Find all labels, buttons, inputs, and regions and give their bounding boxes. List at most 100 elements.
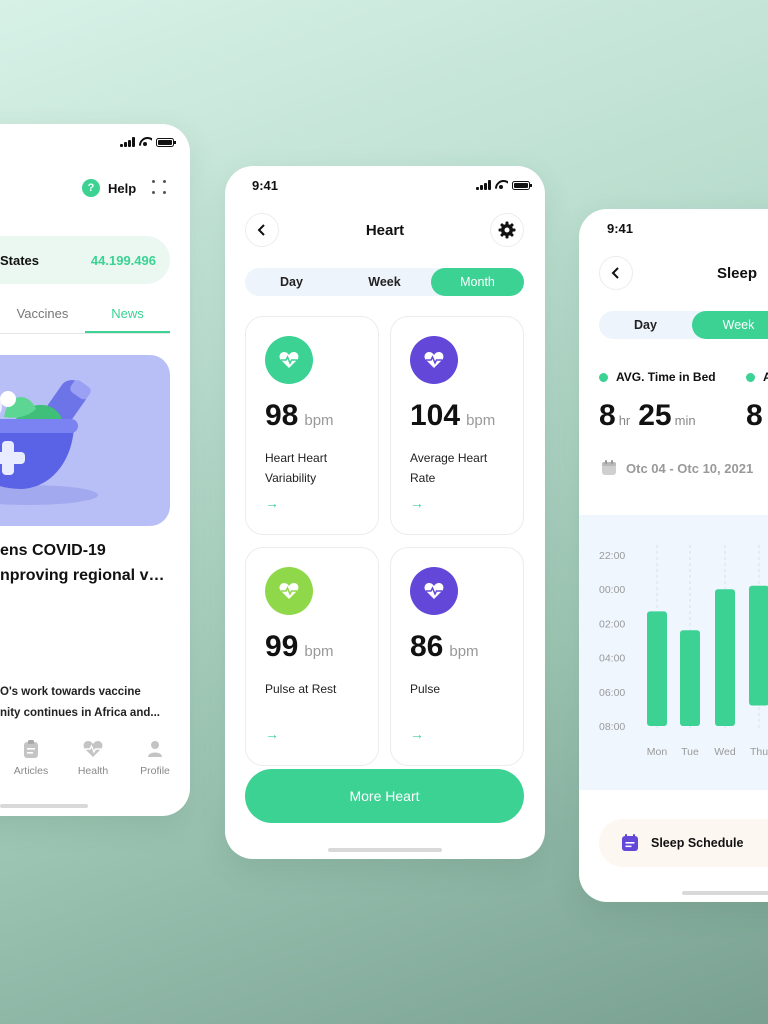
article-excerpt-line-2: nity continues in Africa and... [0, 707, 160, 719]
heartbeat-icon [265, 336, 313, 384]
period-segmented-control: Day Week [599, 311, 768, 339]
back-button[interactable] [599, 256, 633, 290]
schedule-icon [622, 834, 638, 851]
avg-time-in-bed-label: AVG. Time in Bed [599, 370, 716, 384]
heartbeat-icon [265, 567, 313, 615]
nav-item-profile[interactable]: Profile [124, 740, 186, 777]
wifi-icon [495, 180, 508, 190]
battery-icon [155, 137, 176, 147]
article-title-line-1: ens COVID-19 [0, 542, 106, 559]
nav-label-health: Health [77, 765, 109, 777]
status-bar-icons [120, 137, 176, 147]
bottom-nav: Articles Health Profile [0, 740, 190, 777]
article-title-line-2: nproving regional vac... [0, 567, 170, 584]
sleep-bar-tue[interactable] [680, 630, 700, 726]
page-title: Sleep [716, 265, 758, 282]
heartbeat-icon [410, 336, 458, 384]
y-tick-label: 22:00 [599, 550, 625, 562]
segment-day[interactable]: Day [599, 311, 692, 339]
metric-label: Pulse [410, 682, 441, 696]
home-indicator [328, 848, 442, 852]
clipboard-icon [0, 740, 62, 758]
heart-pulse-icon [62, 740, 124, 758]
x-tick-label: Wed [714, 746, 736, 758]
article-excerpt-line-1: O's work towards vaccine [0, 686, 141, 698]
status-time: 9:41 [607, 221, 634, 236]
stat-value: 44.199.496 [90, 252, 156, 268]
news-tabs: Vaccines News [0, 300, 170, 334]
help-button[interactable]: ? Help [82, 179, 136, 197]
metric-card-pulse[interactable]: 86 bpm Pulse → [390, 547, 524, 766]
tab-news[interactable]: News [85, 300, 170, 333]
article-excerpt: O's work towards vaccine nity continues … [0, 682, 170, 724]
nav-item-articles[interactable]: Articles [0, 740, 62, 777]
metric-label: Pulse at Rest [265, 682, 337, 696]
more-heart-button[interactable]: More Heart [245, 769, 524, 823]
scan-icon[interactable] [152, 180, 166, 194]
metric-value: 99 bpm [265, 630, 334, 663]
arrow-right-icon[interactable]: → [410, 726, 424, 742]
article-hero-image[interactable] [0, 355, 170, 526]
chevron-left-icon [257, 224, 265, 236]
stat-label: States [0, 252, 40, 268]
sleep-chart-svg: 22:00 00:00 02:00 04:00 06:00 08:00 Mon Tue Wed T… [599, 545, 768, 758]
sleep-schedule-button[interactable]: Sleep Schedule [599, 819, 768, 867]
nav-label-profile: Profile [140, 765, 170, 777]
metric-label: Average Heart Rate [410, 451, 488, 485]
y-tick-label: 00:00 [599, 584, 625, 596]
second-stat-label: A [746, 370, 768, 384]
metric-card-average-heart-rate[interactable]: 104 bpm Average Heart Rate → [390, 316, 524, 535]
home-indicator [682, 891, 768, 895]
metric-value: 104 bpm [410, 399, 496, 432]
avg-time-in-bed-value: 8 hr 25 min [599, 399, 696, 432]
signal-icon [120, 137, 135, 147]
arrow-right-icon[interactable]: → [410, 495, 424, 511]
sleep-chart: 22:00 00:00 02:00 04:00 06:00 08:00 Mon Tue Wed T… [579, 515, 768, 790]
status-time: 9:41 [252, 178, 279, 193]
tab-vaccines[interactable]: Vaccines [0, 300, 85, 333]
sleep-phone-screen: 9:41 Sleep Day Week AVG. Time in Bed A 8… [579, 209, 768, 902]
arrow-right-icon[interactable]: → [265, 495, 279, 511]
x-tick-label: Thu [750, 746, 768, 758]
nav-label-articles: Articles [13, 765, 49, 777]
wifi-icon [139, 137, 152, 147]
sleep-bar-wed[interactable] [715, 589, 735, 726]
heart-phone-screen: 9:41 Heart Day Week Month 98 bpm Heart He… [225, 166, 545, 859]
news-phone-screen: ? Help States 44.199.496 Vaccines News e… [0, 124, 190, 816]
page-title: Heart [365, 222, 405, 239]
x-tick-label: Mon [647, 746, 668, 758]
article-title[interactable]: ens COVID-19 nproving regional vac... [0, 538, 170, 588]
heartbeat-icon [410, 567, 458, 615]
y-tick-label: 02:00 [599, 618, 625, 630]
metric-label: Heart Heart Variability [265, 451, 328, 485]
user-icon [124, 740, 186, 758]
calendar-icon [602, 460, 616, 475]
sleep-bar-thu[interactable] [749, 585, 768, 706]
segment-day[interactable]: Day [245, 268, 338, 296]
metric-card-pulse-at-rest[interactable]: 99 bpm Pulse at Rest → [245, 547, 379, 766]
nav-item-health[interactable]: Health [62, 740, 124, 777]
y-tick-label: 04:00 [599, 653, 625, 665]
arrow-right-icon[interactable]: → [265, 726, 279, 742]
home-indicator [0, 804, 88, 808]
battery-icon [511, 180, 532, 190]
segment-week[interactable]: Week [692, 311, 768, 339]
gear-icon [498, 221, 516, 239]
y-tick-label: 06:00 [599, 687, 625, 699]
chevron-left-icon [611, 267, 619, 279]
metric-value: 86 bpm [410, 630, 479, 663]
status-bar-icons [476, 180, 532, 190]
segment-week[interactable]: Week [338, 268, 431, 296]
sleep-bar-mon[interactable] [647, 611, 667, 726]
legend-dot [599, 372, 608, 382]
second-stat-value: 8 [746, 399, 763, 432]
metric-card-hrv[interactable]: 98 bpm Heart Heart Variability → [245, 316, 379, 535]
back-button[interactable] [245, 213, 279, 247]
y-tick-label: 08:00 [599, 721, 625, 733]
settings-button[interactable] [490, 213, 524, 247]
signal-icon [476, 180, 491, 190]
period-segmented-control: Day Week Month [245, 268, 524, 296]
date-range[interactable]: Otc 04 - Otc 10, 2021 [601, 460, 753, 476]
states-stat-card[interactable]: States 44.199.496 [0, 236, 170, 284]
segment-month[interactable]: Month [431, 268, 524, 296]
